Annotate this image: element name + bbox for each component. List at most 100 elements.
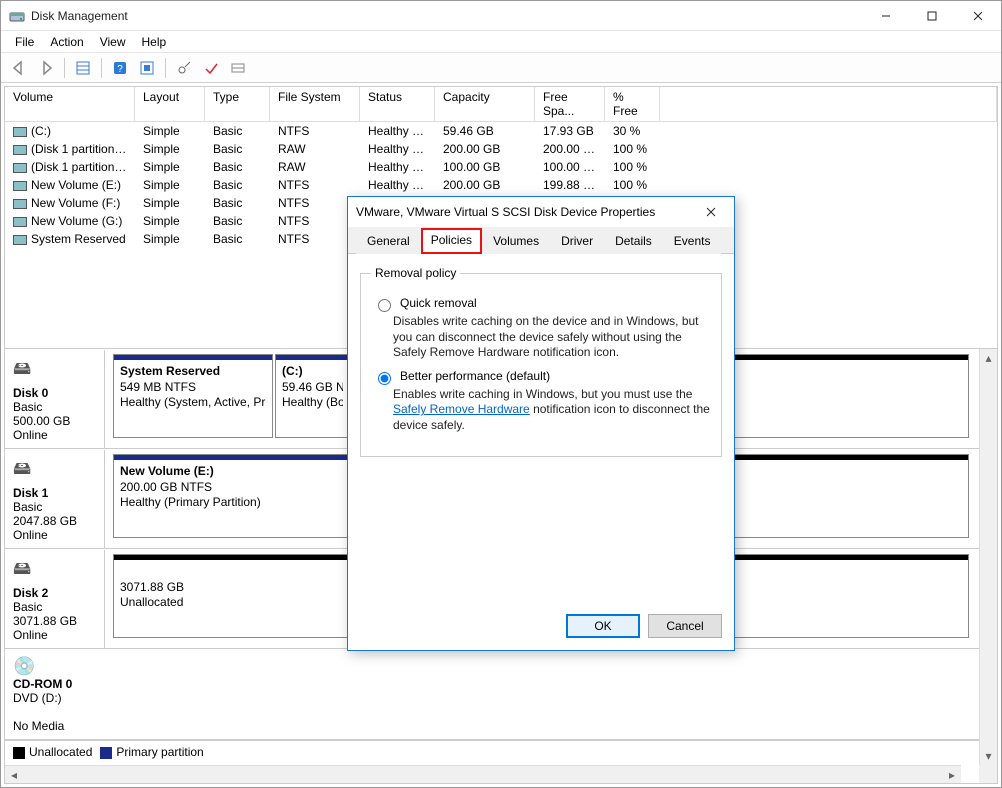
disk-1-size: 2047.88 GB: [13, 514, 77, 528]
col-type[interactable]: Type: [205, 87, 270, 121]
scroll-left-arrow[interactable]: ◂: [5, 766, 23, 783]
dialog-title: VMware, VMware Virtual S SCSI Disk Devic…: [356, 205, 696, 219]
disk-icon: 🖴: [13, 356, 96, 386]
disk-icon: 🖴: [13, 556, 96, 586]
cdrom-name: CD-ROM 0: [13, 677, 72, 691]
col-freespace[interactable]: Free Spa...: [535, 87, 605, 121]
volume-row[interactable]: (Disk 1 partition 3)SimpleBasicRAWHealth…: [5, 158, 997, 176]
scroll-corner: [979, 765, 997, 783]
legend: Unallocated Primary partition: [5, 740, 979, 763]
volume-row[interactable]: (C:)SimpleBasicNTFSHealthy (B...59.46 GB…: [5, 122, 997, 140]
tab-driver[interactable]: Driver: [550, 228, 604, 254]
col-filesystem[interactable]: File System: [270, 87, 360, 121]
dialog-close-button[interactable]: [696, 199, 726, 225]
col-layout[interactable]: Layout: [135, 87, 205, 121]
volume-icon: [13, 235, 27, 245]
radio-quick-removal[interactable]: Quick removal: [373, 296, 709, 312]
action2-button[interactable]: [199, 57, 223, 79]
disk-1-state: Online: [13, 528, 48, 542]
tab-policies[interactable]: Policies: [421, 228, 482, 254]
volume-row[interactable]: (Disk 1 partition 3)SimpleBasicRAWHealth…: [5, 140, 997, 158]
view-list-button[interactable]: [71, 57, 95, 79]
dialog-tabs: General Policies Volumes Driver Details …: [348, 227, 734, 254]
legend-primary: Primary partition: [100, 745, 203, 759]
tab-volumes[interactable]: Volumes: [482, 228, 550, 254]
tab-details[interactable]: Details: [604, 228, 663, 254]
radio-better-performance[interactable]: Better performance (default): [373, 369, 709, 385]
minimize-button[interactable]: [863, 1, 909, 31]
disk-2-name: Disk 2: [13, 586, 48, 600]
radio-quick-input[interactable]: [378, 299, 391, 312]
radio-quick-label: Quick removal: [400, 296, 477, 310]
back-button[interactable]: [7, 57, 31, 79]
col-pctfree[interactable]: % Free: [605, 87, 660, 121]
disk-1-partition-e[interactable]: New Volume (E:)200.00 GB NTFSHealthy (Pr…: [113, 454, 348, 538]
disk-0-label: 🖴 Disk 0 Basic 500.00 GB Online: [5, 350, 105, 448]
cdrom-type: DVD (D:): [13, 691, 62, 705]
disk-1-label: 🖴 Disk 1 Basic 2047.88 GB Online: [5, 450, 105, 548]
disk-0-name: Disk 0: [13, 386, 48, 400]
disk-2-size: 3071.88 GB: [13, 614, 77, 628]
volume-icon: [13, 127, 27, 137]
tab-general[interactable]: General: [356, 228, 421, 254]
quick-removal-desc: Disables write caching on the device and…: [393, 314, 711, 361]
menu-view[interactable]: View: [94, 33, 132, 51]
action1-button[interactable]: [172, 57, 196, 79]
toolbar: ?: [1, 53, 1001, 83]
cdrom-state: No Media: [13, 719, 64, 733]
vertical-scrollbar[interactable]: ▴ ▾: [979, 349, 997, 765]
radio-better-label: Better performance (default): [400, 369, 550, 383]
volume-icon: [13, 145, 27, 155]
disk-2-type: Basic: [13, 600, 42, 614]
col-volume[interactable]: Volume: [5, 87, 135, 121]
disk-0-state: Online: [13, 428, 48, 442]
tab-events[interactable]: Events: [663, 228, 722, 254]
volume-row[interactable]: New Volume (E:)SimpleBasicNTFSHealthy (P…: [5, 176, 997, 194]
scroll-down-arrow[interactable]: ▾: [980, 747, 997, 765]
cancel-button[interactable]: Cancel: [648, 614, 722, 638]
action3-button[interactable]: [226, 57, 250, 79]
titlebar: Disk Management: [1, 1, 1001, 31]
cdrom-icon: 💿: [13, 656, 971, 677]
volume-icon: [13, 217, 27, 227]
disk-1-type: Basic: [13, 500, 42, 514]
disk-icon: 🖴: [13, 456, 96, 486]
scroll-up-arrow[interactable]: ▴: [980, 349, 997, 367]
forward-button[interactable]: [34, 57, 58, 79]
disk-0-partition-c[interactable]: (C:)59.46 GB NTFHealthy (Bo: [275, 354, 350, 438]
dialog-titlebar: VMware, VMware Virtual S SCSI Disk Devic…: [348, 197, 734, 227]
horizontal-scrollbar[interactable]: ◂ ▸: [5, 765, 961, 783]
volume-header: Volume Layout Type File System Status Ca…: [5, 87, 997, 122]
disk-0-size: 500.00 GB: [13, 414, 70, 428]
col-status[interactable]: Status: [360, 87, 435, 121]
menu-action[interactable]: Action: [44, 33, 89, 51]
disk-0-type: Basic: [13, 400, 42, 414]
safely-remove-link[interactable]: Safely Remove Hardware: [393, 402, 530, 416]
app-icon: [9, 8, 25, 24]
menu-file[interactable]: File: [9, 33, 40, 51]
ok-button[interactable]: OK: [566, 614, 640, 638]
main-window: Disk Management File Action View Help ? …: [0, 0, 1002, 788]
scroll-right-arrow[interactable]: ▸: [943, 766, 961, 783]
disk-2-label: 🖴 Disk 2 Basic 3071.88 GB Online: [5, 550, 105, 648]
menu-help[interactable]: Help: [136, 33, 173, 51]
maximize-button[interactable]: [909, 1, 955, 31]
disk-1-name: Disk 1: [13, 486, 48, 500]
disk-0-partition-sysreserved[interactable]: System Reserved549 MB NTFSHealthy (Syste…: [113, 354, 273, 438]
removal-policy-group: Removal policy Quick removal Disables wr…: [360, 266, 722, 457]
volume-icon: [13, 163, 27, 173]
col-spacer: [660, 87, 997, 121]
cdrom-row[interactable]: 💿 CD-ROM 0 DVD (D:) No Media: [5, 649, 979, 740]
cdrom-label: 💿 CD-ROM 0 DVD (D:) No Media: [5, 650, 979, 739]
dialog-body: Removal policy Quick removal Disables wr…: [348, 254, 734, 604]
volume-icon: [13, 199, 27, 209]
settings-button[interactable]: [135, 57, 159, 79]
dialog-buttons: OK Cancel: [348, 604, 734, 650]
close-button[interactable]: [955, 1, 1001, 31]
window-title: Disk Management: [31, 9, 863, 23]
disk-2-state: Online: [13, 628, 48, 642]
col-capacity[interactable]: Capacity: [435, 87, 535, 121]
help-button[interactable]: ?: [108, 57, 132, 79]
radio-better-input[interactable]: [378, 372, 391, 385]
properties-dialog: VMware, VMware Virtual S SCSI Disk Devic…: [347, 196, 735, 651]
